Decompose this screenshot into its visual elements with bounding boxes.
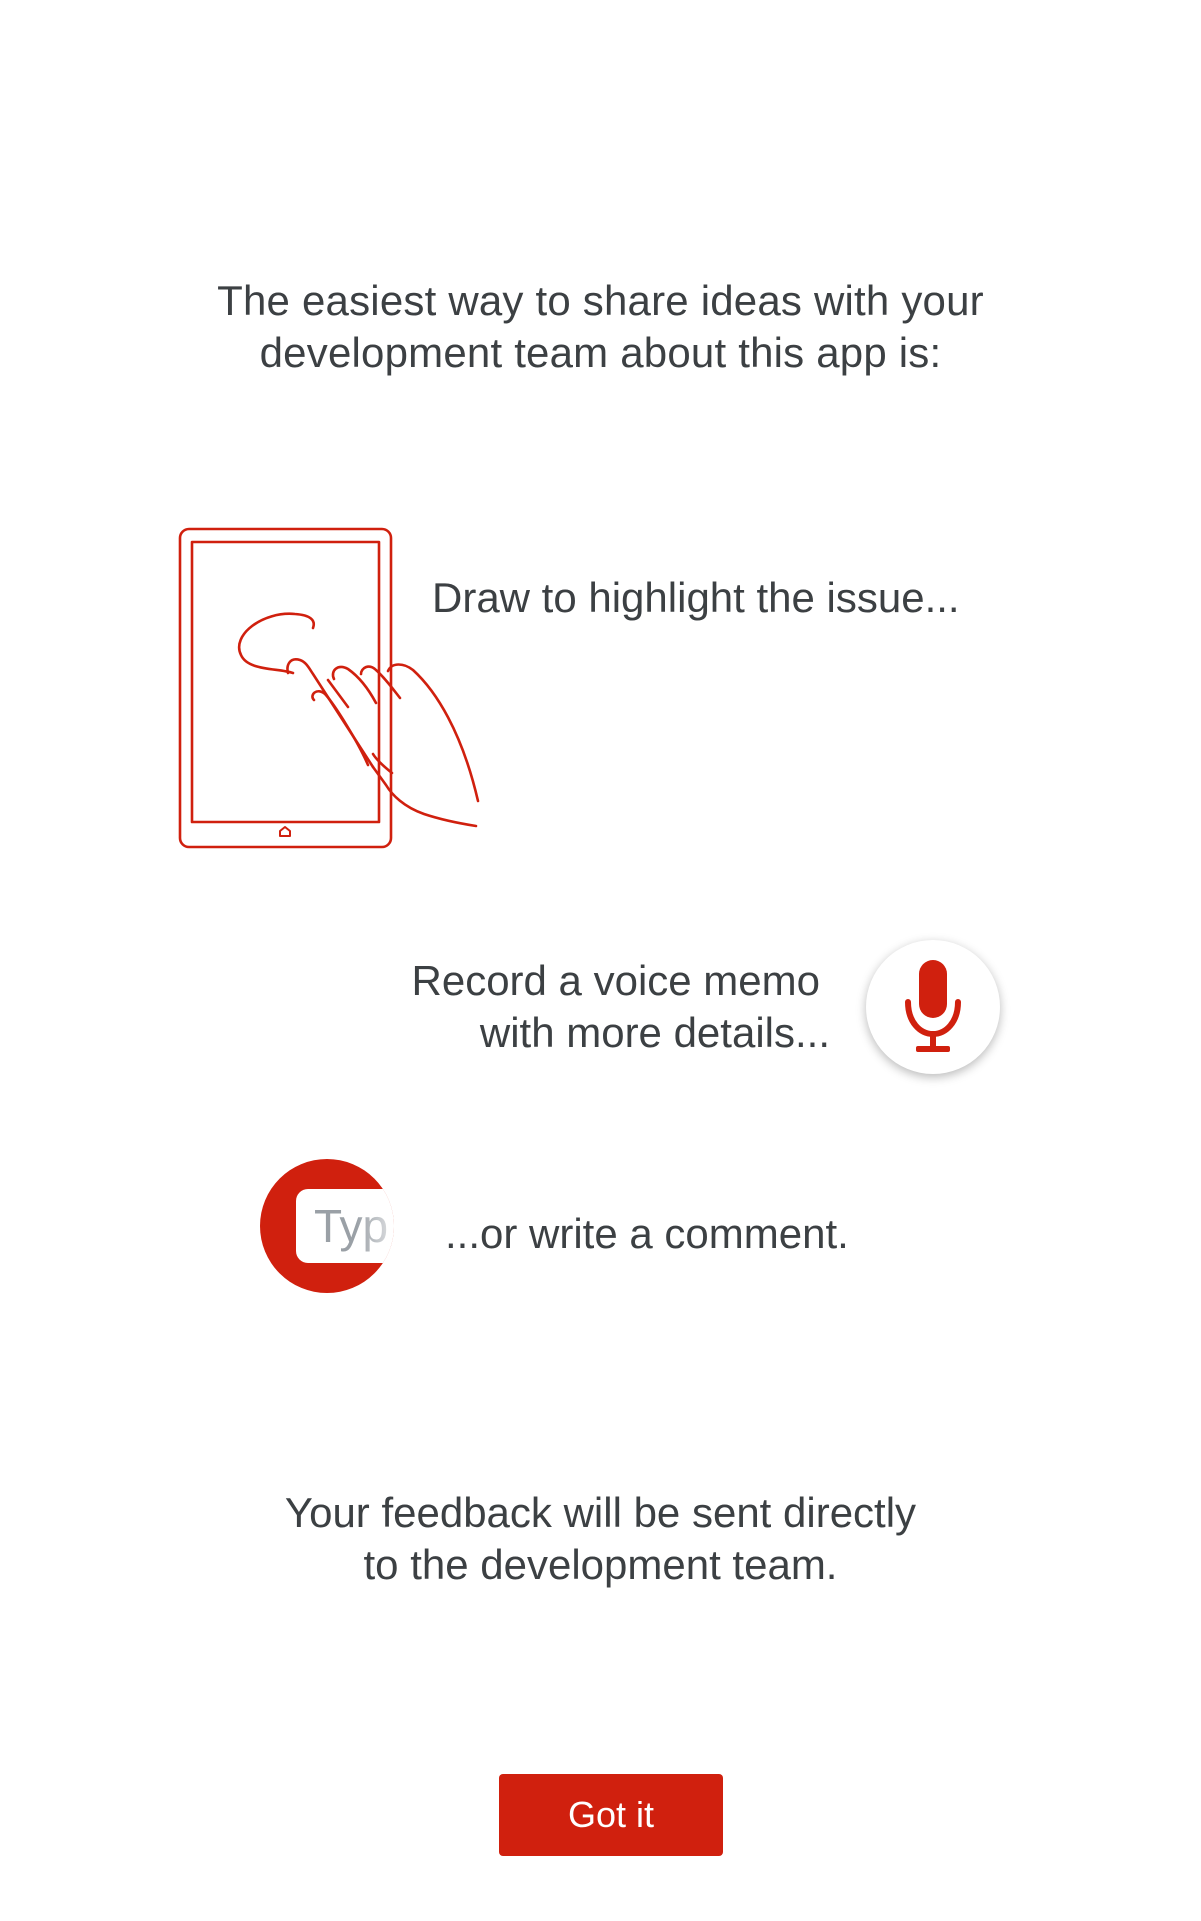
feedback-note-line-2: to the development team. [363,1541,838,1588]
intro-text: The easiest way to share ideas with your… [0,275,1201,379]
feedback-note-line-1: Your feedback will be sent directly [284,1489,917,1536]
comment-field-preview: Typ [296,1189,394,1263]
voice-step-line-2: with more details... [479,1009,830,1056]
voice-step-text: Record a voice memo with more details... [340,955,831,1059]
comment-field-icon: Typ [260,1159,394,1293]
feedback-note: Your feedback will be sent directly to t… [0,1487,1201,1591]
microphone-badge [866,940,1000,1074]
comment-step-text: ...or write a comment. [445,1210,849,1257]
got-it-button[interactable]: Got it [499,1774,723,1856]
intro-line-1: The easiest way to share ideas with your [217,277,984,324]
voice-step-line-1: Record a voice memo [411,957,821,1004]
draw-step-text: Draw to highlight the issue... [432,574,960,621]
microphone-icon [905,960,961,1052]
intro-line-2: development team about this app is: [259,329,942,376]
